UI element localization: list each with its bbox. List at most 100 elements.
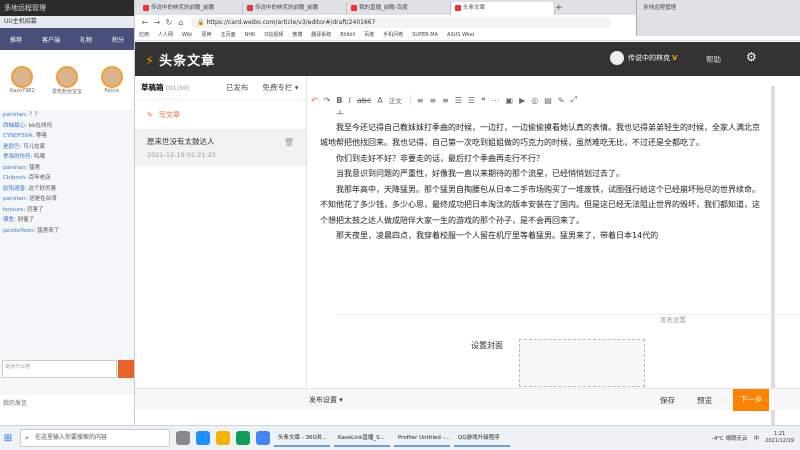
undo-icon[interactable]: ↶	[311, 96, 318, 105]
chat-username[interactable]: parsitan	[3, 112, 26, 118]
chat-username[interactable]: 欧阳酒香	[3, 186, 25, 192]
redo-icon[interactable]: ↷	[324, 96, 331, 105]
ime-indicator[interactable]: 中	[754, 434, 760, 442]
editor-scrollbar[interactable]	[771, 86, 775, 425]
bookmark-item[interactable]: Wiki	[182, 32, 193, 38]
bookmark-item[interactable]: 主页面	[221, 31, 236, 38]
taskbar-search[interactable]: ⌕ 在这里输入你要搜索的内容	[20, 429, 170, 447]
bookmark-item[interactable]: Bilibili	[340, 32, 355, 38]
bookmark-item[interactable]: 原神	[202, 31, 212, 38]
ordered-list-icon[interactable]: ☰	[455, 96, 462, 105]
weather-widget[interactable]: -4°C 晴朗无云	[712, 434, 748, 442]
chat-username[interactable]: Chibosh	[3, 175, 25, 181]
chat-message: parsitan: ？？	[3, 112, 41, 118]
home-icon[interactable]: ⌂	[175, 18, 187, 27]
taskbar-app[interactable]: Profiler Untitled -...	[394, 429, 450, 447]
align-right-icon[interactable]: ≡	[442, 96, 449, 105]
chat-username[interactable]: CYNDY55A	[3, 133, 32, 139]
user-menu[interactable]: 传说中的林克 V	[610, 51, 677, 65]
chat-username[interactable]: parsitan	[3, 165, 26, 171]
reload-icon[interactable]: ↻	[163, 18, 175, 27]
folder-icon[interactable]	[216, 431, 230, 445]
bold-icon[interactable]: B	[336, 96, 342, 105]
chat-username[interactable]: 摸鱼	[3, 217, 14, 223]
avatar[interactable]: 爱吃粉丝宝宝	[52, 65, 82, 95]
vote-icon[interactable]: ✎	[558, 96, 565, 105]
forward-icon[interactable]: →	[151, 18, 163, 27]
fullscreen-icon[interactable]: ⤢	[570, 95, 576, 105]
quote-icon[interactable]: ❝	[481, 96, 485, 105]
task-view-icon[interactable]	[176, 431, 190, 445]
tab-published[interactable]: 已发布	[226, 82, 249, 93]
chat-username[interactable]: 西柚甜心	[3, 123, 25, 129]
bookmark-item[interactable]: 百度	[364, 31, 374, 38]
unordered-list-icon[interactable]: ☰	[468, 96, 475, 105]
url-field[interactable]: 🔒 https://card.weibo.com/article/v3/edito…	[191, 16, 611, 28]
article-editor[interactable]: 工 我至今还记得自己教妹妹打季曲的时候，一边打，一边偷偷摸看她认真的表情。我也记…	[311, 110, 766, 300]
bookmark-item[interactable]: 手机问卷	[383, 31, 403, 38]
new-tab-button[interactable]: +	[555, 2, 565, 15]
clock[interactable]: 1:21 2021/12/19	[765, 431, 794, 445]
help-link[interactable]: 帮助	[706, 54, 721, 65]
preview-button[interactable]: 预览	[697, 395, 712, 406]
divider-icon[interactable]: ⋯	[492, 96, 500, 105]
italic-icon[interactable]: I	[349, 96, 351, 105]
taskbar-app[interactable]: KaseLink直播_S...	[334, 429, 390, 447]
browser-tab[interactable]: 传说中的林克的前瞻_前瞻	[243, 2, 347, 15]
toutiao-logo[interactable]: ⚡ 头条文章	[145, 50, 215, 69]
browser-tab[interactable]: 我的直播_前瞻-百度	[347, 2, 451, 15]
link-icon[interactable]: ◎	[531, 96, 538, 105]
bookmark-item[interactable]: 人人网	[158, 31, 173, 38]
strikethrough-icon[interactable]: abc	[357, 96, 371, 105]
windows-start-icon[interactable]: ⊞	[0, 433, 16, 444]
left-nav-item[interactable]: 积分	[112, 35, 124, 44]
browser-360-icon[interactable]	[236, 431, 250, 445]
bookmark-item[interactable]: ASUS Wkel	[447, 32, 474, 38]
send-button[interactable]	[118, 360, 134, 378]
browser-tab-active[interactable]: 头条文章	[451, 2, 555, 15]
video-icon[interactable]: ▶	[519, 96, 525, 105]
taskbar-app[interactable]: 头条文章 - 360浏...	[274, 429, 330, 447]
align-center-icon[interactable]: ≡	[429, 96, 436, 105]
left-nav-item[interactable]: 推荐	[10, 35, 22, 44]
chat-username[interactable]: 是欧巴	[3, 144, 20, 150]
avatar[interactable]: Pocca	[98, 66, 126, 94]
draft-item[interactable]: 愿来世没有太鼓达人 2021-12-19 01:21:25 🗑	[135, 130, 306, 166]
cover-upload-area[interactable]	[519, 339, 645, 387]
chat-username[interactable]: 季海的炸药	[3, 154, 31, 160]
bookmark-item[interactable]: D站视频	[264, 31, 283, 38]
chat-username[interactable]: JacobsYoon	[3, 228, 34, 234]
next-step-button[interactable]: 下一步	[733, 389, 769, 411]
left-nav-item[interactable]: 客户端	[42, 35, 60, 44]
left-nav-item[interactable]: 礼物	[80, 35, 92, 44]
font-color-icon[interactable]: A	[377, 96, 382, 105]
gear-icon[interactable]: ⚙	[746, 50, 757, 64]
image-icon[interactable]: ▣	[506, 96, 514, 105]
browser-tab[interactable]: 传说中的林克的前瞻_前瞻	[139, 2, 243, 15]
bookmark-item[interactable]: SUPER MA	[412, 32, 438, 38]
back-icon[interactable]: ←	[139, 18, 151, 27]
bookmark-item[interactable]: NHK	[245, 32, 256, 38]
bookmark-item[interactable]: 应用	[139, 31, 149, 38]
write-article-button[interactable]: ✎ 写文章	[135, 100, 306, 130]
chat-input[interactable]: 说点什么吧	[2, 360, 117, 378]
chat-username[interactable]: parsitan	[3, 196, 26, 202]
chrome-icon[interactable]	[256, 431, 270, 445]
align-left-icon[interactable]: ≡	[417, 96, 424, 105]
system-tray: -4°C 晴朗无云 中 1:21 2021/12/19	[712, 431, 800, 445]
paragraph-style-select[interactable]: 正文	[389, 95, 411, 105]
edge-icon[interactable]	[196, 431, 210, 445]
background-window[interactable]: 多地远程管理	[636, 0, 800, 36]
left-bottom-label: 我的发言	[0, 395, 134, 425]
publish-settings-toggle[interactable]: 发布设置 ▾	[309, 395, 343, 405]
gif-icon[interactable]: ▤	[544, 96, 552, 105]
trash-icon[interactable]: 🗑	[284, 138, 294, 147]
tab-drafts[interactable]: 草稿箱 (01/30)	[141, 82, 190, 93]
taskbar-app[interactable]: QQ游戏升级程序	[454, 429, 510, 447]
avatar[interactable]: Kazo7982	[8, 66, 36, 94]
bookmark-item[interactable]: 微博	[292, 31, 302, 38]
bookmark-item[interactable]: 翻译系统	[311, 31, 331, 38]
tab-paid-column[interactable]: 免费专栏 ▾	[262, 82, 298, 93]
chat-username[interactable]: kotsuro	[3, 207, 23, 213]
save-button[interactable]: 保存	[660, 395, 675, 406]
